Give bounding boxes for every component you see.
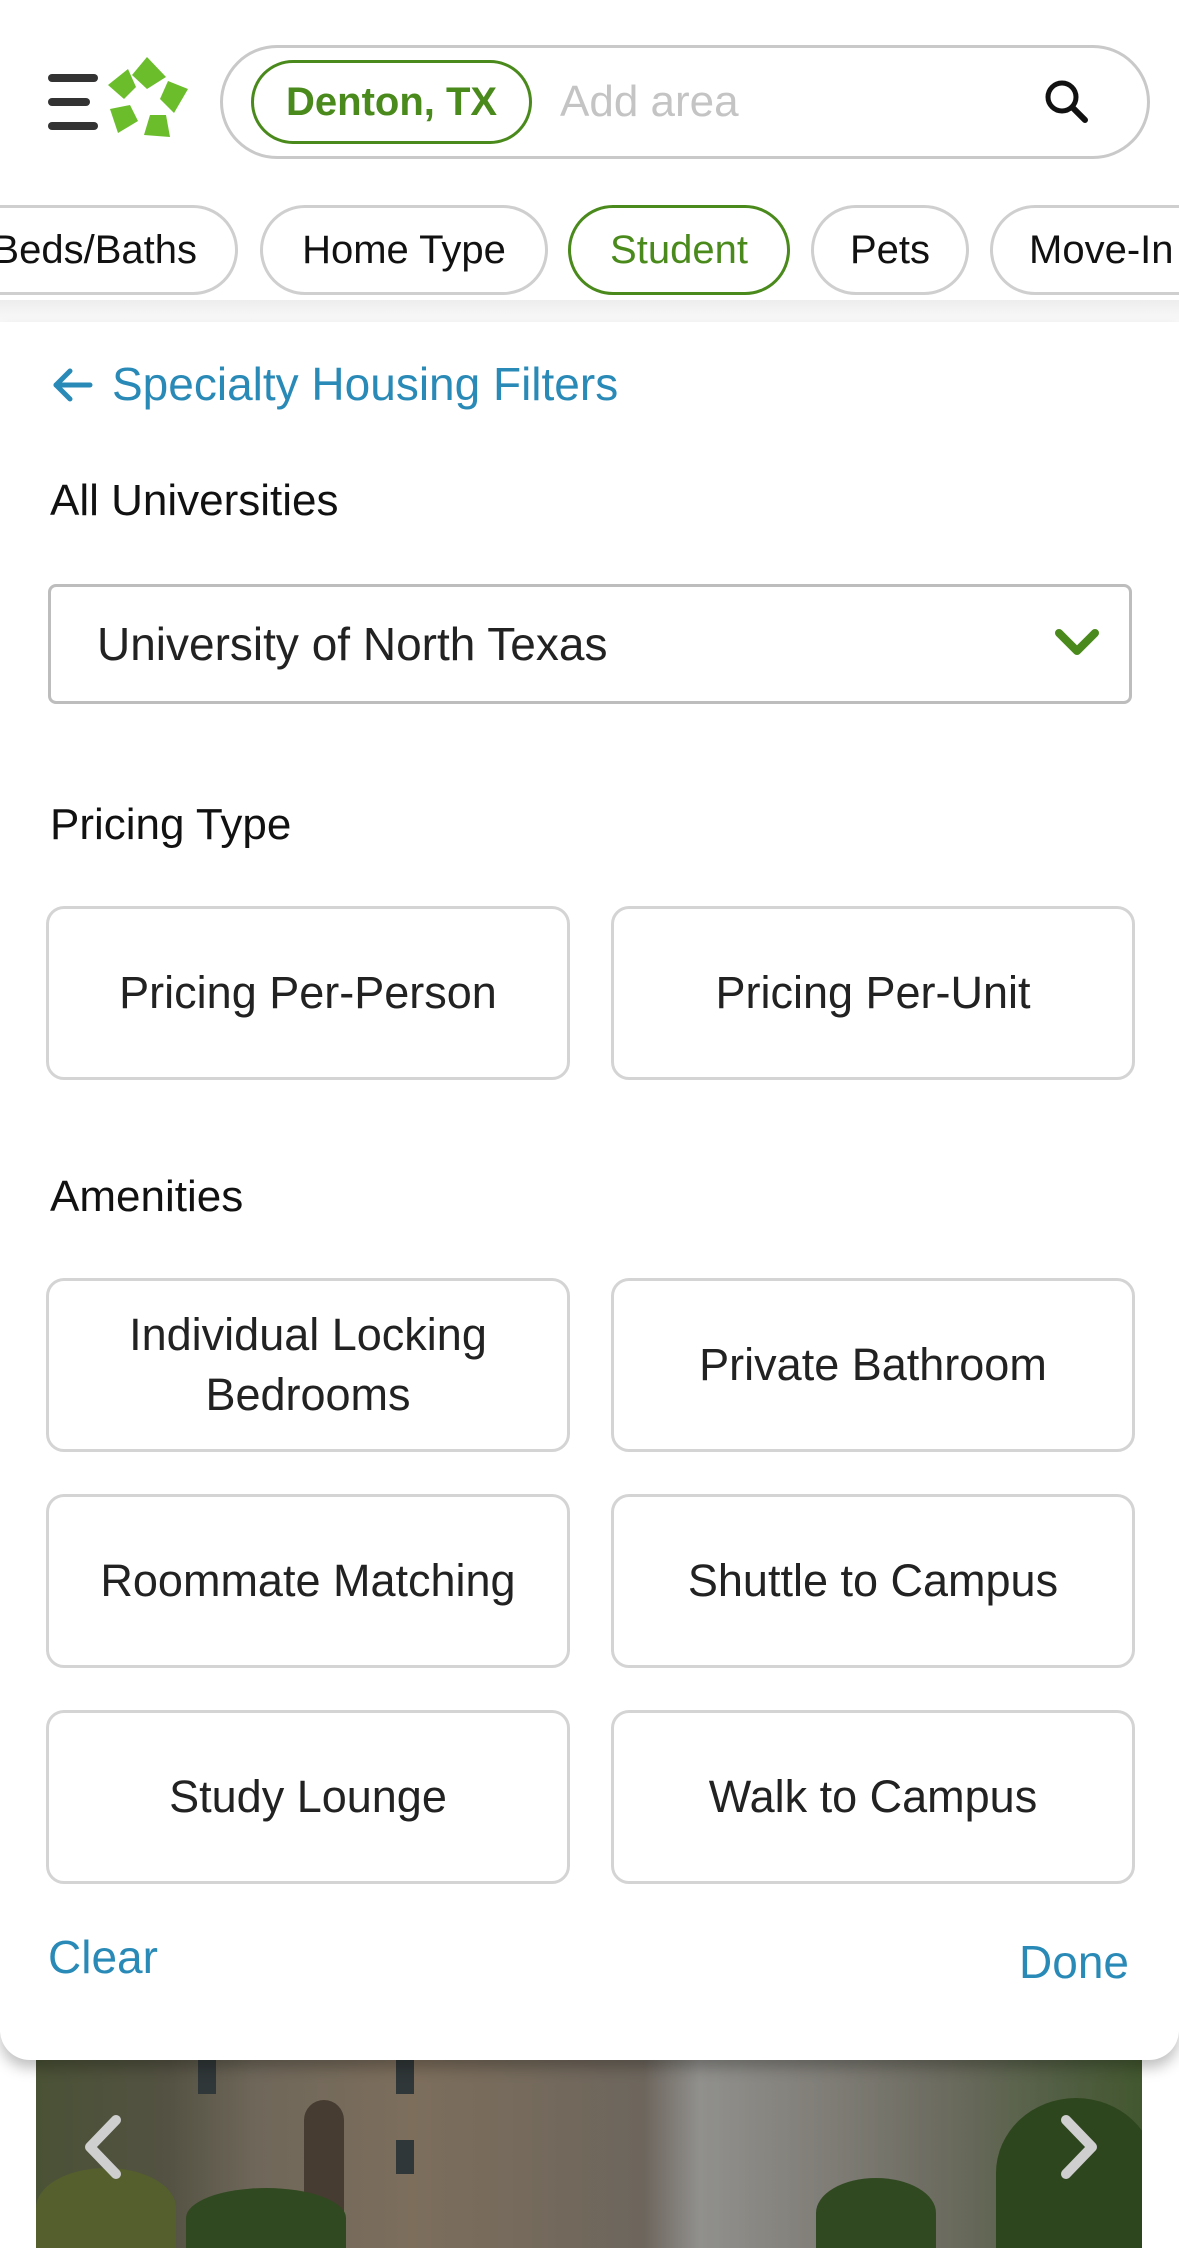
amenity-private-bathroom-button[interactable]: Private Bathroom: [611, 1278, 1135, 1452]
pricing-title: Pricing Type: [50, 800, 292, 849]
add-area-input[interactable]: Add area: [560, 48, 739, 156]
university-select-value: University of North Texas: [97, 618, 608, 670]
chip-move-in[interactable]: Move-In: [990, 205, 1179, 295]
clear-button[interactable]: Clear: [48, 1930, 158, 1984]
amenity-walk-to-campus-button[interactable]: Walk to Campus: [611, 1710, 1135, 1884]
listing-photo[interactable]: [36, 2030, 1142, 2248]
amenity-locking-bedrooms-button[interactable]: Individual Locking Bedrooms: [46, 1278, 570, 1452]
chevron-left-icon[interactable]: [78, 2112, 128, 2182]
search-icon[interactable]: [1043, 78, 1089, 124]
search-bar[interactable]: Denton, TX Add area: [220, 45, 1150, 159]
university-select[interactable]: University of North Texas: [48, 584, 1132, 704]
filter-chip-bar: Beds/Baths Home Type Student Pets Move-I…: [0, 205, 1179, 297]
back-arrow-icon: [53, 368, 93, 402]
chip-beds-baths[interactable]: Beds/Baths: [0, 205, 238, 295]
chevron-right-icon[interactable]: [1054, 2112, 1104, 2182]
chip-home-type[interactable]: Home Type: [260, 205, 548, 295]
chip-student[interactable]: Student: [568, 205, 790, 295]
logo-icon[interactable]: [104, 55, 190, 141]
location-chip[interactable]: Denton, TX: [251, 60, 533, 144]
chip-pets[interactable]: Pets: [811, 205, 969, 295]
amenity-roommate-matching-button[interactable]: Roommate Matching: [46, 1494, 570, 1668]
universities-title: All Universities: [50, 476, 339, 525]
pricing-per-unit-button[interactable]: Pricing Per-Unit: [611, 906, 1135, 1080]
menu-icon[interactable]: [48, 72, 98, 134]
back-link-label: Specialty Housing Filters: [112, 358, 619, 410]
amenities-title: Amenities: [50, 1172, 244, 1221]
photo-overlay: [36, 2030, 1142, 2248]
done-button[interactable]: Done: [1019, 1935, 1129, 1989]
pricing-per-person-button[interactable]: Pricing Per-Person: [46, 906, 570, 1080]
amenity-study-lounge-button[interactable]: Study Lounge: [46, 1710, 570, 1884]
specialty-filter-panel: Specialty Housing Filters All Universiti…: [0, 322, 1179, 2060]
chevron-down-icon: [1055, 629, 1099, 655]
amenity-shuttle-button[interactable]: Shuttle to Campus: [611, 1494, 1135, 1668]
